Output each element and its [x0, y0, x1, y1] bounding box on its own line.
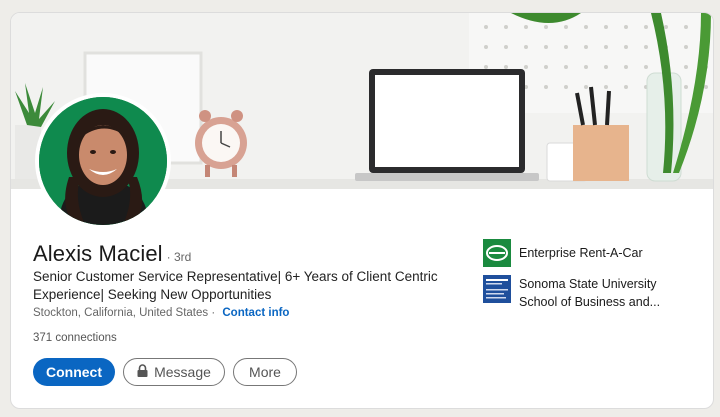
- current-company[interactable]: Enterprise Rent-A-Car: [483, 239, 669, 267]
- experience-education: Enterprise Rent-A-Car Sonoma State Unive…: [483, 239, 669, 319]
- profile-photo[interactable]: [35, 93, 171, 229]
- company-name: Enterprise Rent-A-Car: [519, 246, 643, 260]
- more-label: More: [249, 364, 281, 380]
- school-name: Sonoma State University School of Busine…: [519, 275, 669, 311]
- profile-name: Alexis Maciel: [33, 241, 163, 266]
- location-row: Stockton, California, United States · Co…: [33, 307, 289, 319]
- location: Stockton, California, United States ·: [33, 307, 216, 319]
- name-row: Alexis Maciel · 3rd: [33, 241, 191, 267]
- connect-label: Connect: [46, 364, 102, 380]
- profile-headline: Senior Customer Service Representative| …: [33, 269, 438, 302]
- school-line-1: Sonoma State University: [519, 277, 657, 291]
- sonoma-state-logo: [483, 275, 511, 303]
- connections-count[interactable]: 371 connections: [33, 332, 117, 344]
- more-button[interactable]: More: [233, 358, 297, 386]
- contact-info-link[interactable]: Contact info: [222, 307, 289, 319]
- connect-button[interactable]: Connect: [33, 358, 115, 386]
- education-school[interactable]: Sonoma State University School of Busine…: [483, 275, 669, 311]
- connection-degree: · 3rd: [166, 250, 192, 264]
- lock-icon: [137, 364, 148, 380]
- school-line-2: School of Business and...: [519, 295, 661, 309]
- profile-actions: Connect Message More: [33, 358, 297, 386]
- enterprise-logo: [483, 239, 511, 267]
- message-label: Message: [154, 364, 211, 380]
- message-button[interactable]: Message: [123, 358, 225, 386]
- profile-card: Alexis Maciel · 3rd Senior Customer Serv…: [10, 12, 714, 409]
